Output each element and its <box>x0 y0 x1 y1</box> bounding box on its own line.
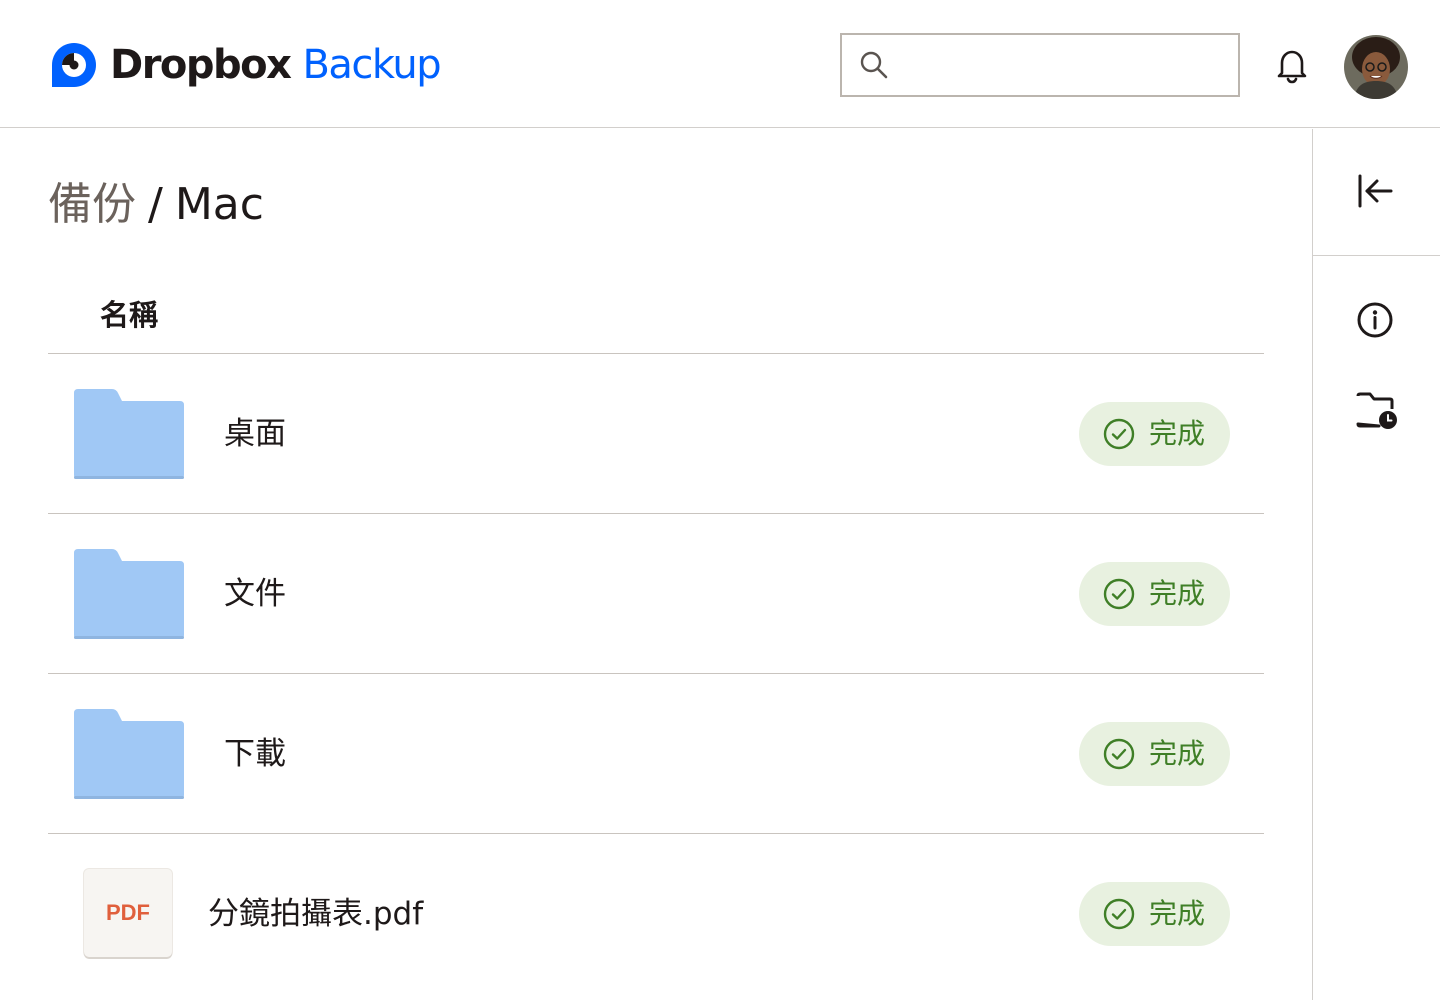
pdf-file-icon: PDF <box>84 869 172 957</box>
folder-icon <box>74 709 184 799</box>
check-circle-icon <box>1103 418 1135 450</box>
brand-name: Dropbox <box>110 42 292 88</box>
right-rail <box>1312 129 1440 1000</box>
row-name[interactable]: 桌面 <box>224 412 286 456</box>
status-badge: 完成 <box>1079 402 1230 466</box>
folder-history-icon[interactable] <box>1355 391 1399 431</box>
product-name: Backup <box>302 42 441 88</box>
search-input[interactable] <box>890 37 1238 93</box>
avatar-image <box>1344 35 1408 99</box>
folder-icon <box>74 549 184 639</box>
status-text: 完成 <box>1149 577 1206 610</box>
dropbox-logo-icon <box>52 43 96 87</box>
row-name[interactable]: 文件 <box>224 572 286 616</box>
rail-header <box>1313 129 1440 256</box>
app-logo[interactable]: Dropbox Backup <box>50 40 442 90</box>
status-text: 完成 <box>1149 897 1206 930</box>
table-row[interactable]: 文件 完成 <box>48 514 1264 674</box>
table-row[interactable]: PDF 分鏡拍攝表.pdf 完成 <box>48 834 1264 994</box>
check-circle-icon <box>1103 738 1135 770</box>
table-row[interactable]: 下載 完成 <box>48 674 1264 834</box>
row-name[interactable]: 下載 <box>224 732 286 776</box>
check-circle-icon <box>1103 578 1135 610</box>
breadcrumb-separator: / <box>148 179 163 230</box>
pdf-badge: PDF <box>106 900 150 925</box>
status-text: 完成 <box>1149 737 1206 770</box>
user-avatar[interactable] <box>1344 35 1408 99</box>
row-name[interactable]: 分鏡拍攝表.pdf <box>208 892 423 936</box>
column-header-name[interactable]: 名稱 <box>100 293 158 337</box>
file-list: 桌面 完成 文件 完成 下載 完成 PDF 分鏡拍攝表.pdf 完成 <box>48 354 1264 994</box>
status-badge: 完成 <box>1079 882 1230 946</box>
folder-icon <box>74 389 184 479</box>
search-box[interactable] <box>840 33 1240 97</box>
status-badge: 完成 <box>1079 562 1230 626</box>
top-header: Dropbox Backup <box>0 0 1440 128</box>
check-circle-icon <box>1103 898 1135 930</box>
breadcrumb-parent-link[interactable]: 備份 <box>48 179 136 230</box>
search-icon <box>860 51 888 79</box>
main-content: 備份 / Mac 名稱 桌面 完成 文件 完成 下載 完成 PDF 分鏡拍攝表.… <box>0 129 1312 1000</box>
info-icon[interactable] <box>1356 301 1394 339</box>
status-text: 完成 <box>1149 417 1206 450</box>
table-row[interactable]: 桌面 完成 <box>48 354 1264 514</box>
collapse-left-icon[interactable] <box>1355 171 1395 211</box>
breadcrumb: 備份 / Mac <box>48 177 264 233</box>
breadcrumb-current: Mac <box>174 179 264 230</box>
status-badge: 完成 <box>1079 722 1230 786</box>
bell-icon[interactable] <box>1272 46 1312 86</box>
table-header: 名稱 <box>48 293 1264 354</box>
